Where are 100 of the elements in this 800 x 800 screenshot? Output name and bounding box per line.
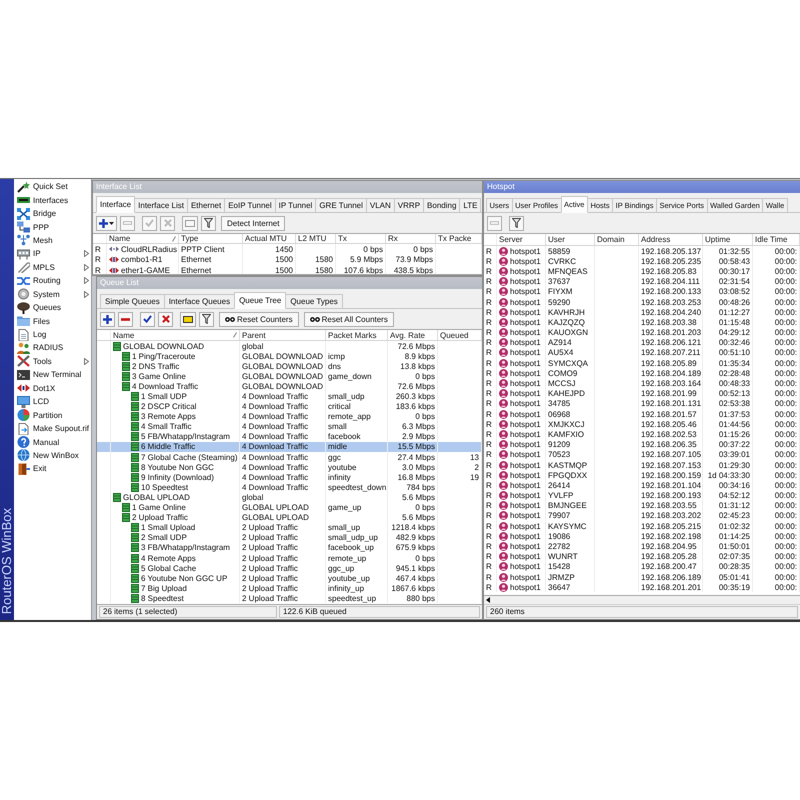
remove-button[interactable] (118, 312, 133, 326)
table-cell: 192.168.205.137 (641, 246, 702, 256)
table-cell: 00:32:46 (718, 338, 750, 348)
table-cell: R (95, 255, 101, 264)
hotspot-user-icon (499, 572, 508, 582)
column-header[interactable]: L2 MTU (296, 234, 336, 243)
filter-button[interactable] (509, 216, 524, 230)
table-cell: 01:14:25 (718, 532, 750, 541)
table-cell: 00:00: (774, 379, 797, 388)
reset-counters-button[interactable]: Reset Counters (219, 312, 299, 326)
menu-item[interactable]: System (14, 288, 92, 301)
menu-item[interactable]: LCD (14, 395, 92, 408)
table-cell: hotspot1 (510, 501, 541, 510)
caret-icon (109, 222, 114, 224)
enable-button[interactable] (140, 312, 155, 326)
table-cell: 00:00: (774, 460, 797, 470)
column-header[interactable]: Name (107, 234, 179, 243)
menu-item[interactable]: RADIUS (14, 341, 92, 355)
column-header[interactable]: User (546, 234, 595, 245)
hotspot-user-icon (499, 318, 508, 327)
table-cell: 0 bps (415, 554, 435, 563)
table-cell: 00:28:35 (718, 562, 750, 572)
menu-item[interactable]: New Terminal (14, 368, 92, 382)
menu-item[interactable]: IP (14, 247, 92, 261)
menu-item[interactable]: Tools (14, 354, 92, 368)
column-header[interactable]: Idle Time (753, 234, 800, 245)
disable-button[interactable] (158, 312, 173, 326)
column-header[interactable]: Actual MTU (243, 234, 296, 243)
column-header[interactable]: Packet Marks (326, 330, 388, 340)
menu-item[interactable]: PPP (14, 220, 92, 234)
table-cell: 0 bps (415, 412, 435, 422)
hotspot-user-icon (499, 246, 508, 256)
tab[interactable]: Queue Tree (234, 292, 286, 309)
checkmark-icon (145, 219, 154, 227)
table-cell: YVLFP (548, 491, 574, 500)
table-cell: PPTP Client (181, 244, 224, 254)
filter-icon (204, 218, 213, 228)
table-cell: GLOBAL DOWNLOAD (242, 362, 324, 371)
column-header[interactable]: Rx (386, 234, 436, 243)
detect-button[interactable]: Detect Internet (221, 216, 286, 230)
horizontal-scrollbar[interactable] (484, 596, 800, 605)
menu-item[interactable]: Dot1X (14, 382, 92, 395)
column-header[interactable]: Uptime (703, 234, 753, 245)
tab[interactable]: Queue Types (285, 294, 343, 309)
table-cell: ggc (328, 452, 341, 462)
menu-item[interactable]: Exit (14, 462, 92, 476)
menu-item[interactable]: Log (14, 328, 92, 342)
tab[interactable]: Bonding (423, 198, 460, 213)
column-header[interactable]: Address (639, 234, 703, 245)
column-header[interactable]: Type (179, 234, 243, 243)
add-button[interactable] (100, 312, 115, 326)
column-header[interactable]: Domain (595, 234, 639, 245)
menu-item[interactable]: New WinBox (14, 448, 92, 462)
table-cell: AZ914 (548, 338, 572, 348)
minus-icon (121, 318, 130, 320)
table-cell: 01:02:32 (718, 522, 750, 531)
menu-item[interactable]: Routing (14, 274, 92, 288)
tab[interactable]: Interface (96, 196, 136, 213)
table-cell: 7 Big Upload (141, 584, 187, 593)
tab[interactable]: LTE (459, 198, 482, 213)
table-cell: 192.168.202.53 (641, 430, 697, 439)
hotspot-user-icon (499, 491, 508, 500)
column-header[interactable]: Parent (240, 330, 326, 340)
menu-item[interactable]: Quick Set (14, 180, 92, 194)
tab[interactable]: Simple Queues (100, 294, 165, 309)
menu-item[interactable]: Bridge (14, 206, 92, 220)
column-header[interactable]: Tx Packe (436, 234, 482, 243)
table-cell: MCCSJ (548, 379, 576, 388)
filter-button[interactable] (201, 216, 216, 230)
filter-button[interactable] (199, 312, 214, 326)
comment-button[interactable] (180, 312, 196, 326)
table-cell: hotspot1 (510, 491, 541, 500)
column-header[interactable]: Avg. Rate (388, 330, 438, 340)
table-cell: icmp (328, 352, 345, 361)
menu-item[interactable]: MPLS (14, 260, 92, 274)
table-cell: 00:00: (774, 572, 797, 582)
column-header[interactable]: Name (111, 330, 240, 340)
add-button[interactable] (96, 216, 117, 230)
reset-counters-button[interactable]: Reset All Counters (304, 312, 394, 326)
menu-item[interactable]: Interfaces (14, 193, 92, 207)
table-cell: KAYSYMC (548, 522, 587, 531)
table-cell: KAUOXGN (548, 328, 588, 338)
table-cell: 36647 (548, 582, 570, 592)
menu-item[interactable]: Mesh (14, 234, 92, 248)
menu-item[interactable]: Make Supout.rif (14, 422, 92, 436)
table-cell: small (328, 422, 347, 432)
menu-item[interactable]: Files (14, 314, 92, 328)
table-cell: 3.0 Mbps (402, 462, 435, 472)
menu-item[interactable]: Manual (14, 435, 92, 449)
menu-item[interactable]: Queues (14, 300, 92, 314)
queue-row[interactable]: 6 Middle Traffic 4 Download Traffic midle 15.5 Mbps (97, 442, 482, 452)
column-header[interactable]: Server (497, 234, 546, 245)
table-cell: 00:48:33 (718, 379, 750, 388)
column-header[interactable]: Queued (438, 330, 482, 340)
table-cell: R (486, 308, 492, 317)
table-cell: 192.168.205.28 (641, 552, 697, 562)
column-header[interactable]: Tx (336, 234, 386, 243)
table-cell: 37637 (548, 277, 570, 286)
menu-item[interactable]: Partition (14, 408, 92, 422)
table-cell: hotspot1 (510, 562, 541, 572)
